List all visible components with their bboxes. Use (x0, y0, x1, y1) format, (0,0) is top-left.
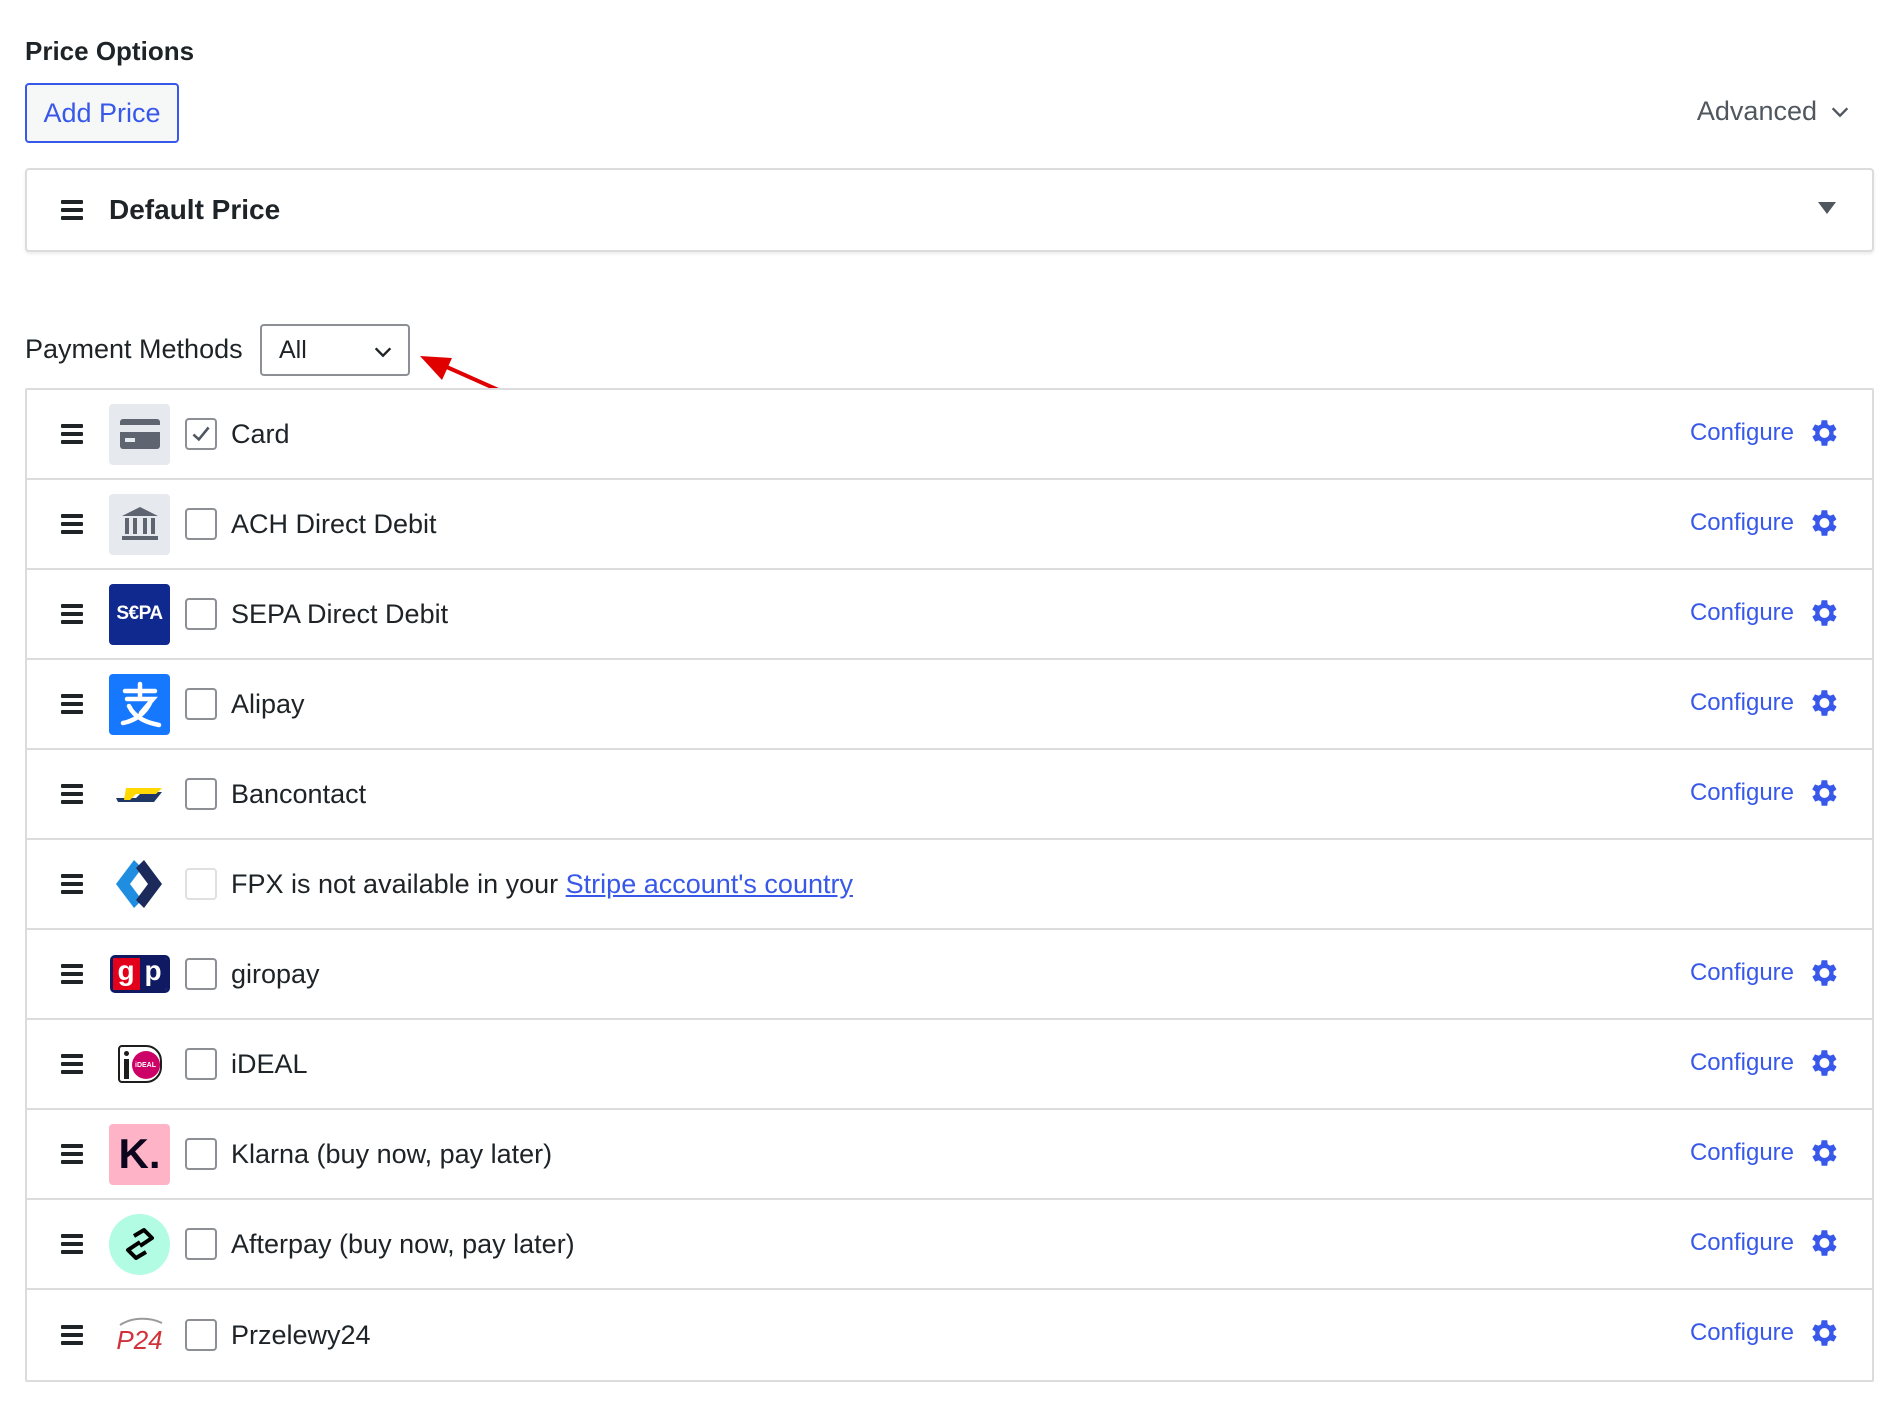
advanced-label: Advanced (1696, 96, 1817, 126)
configure-giropay-button[interactable]: Configure (1690, 956, 1840, 990)
gear-icon (1812, 960, 1837, 986)
payment-method-row: iDEAL iDEAL Configure (27, 1020, 1872, 1110)
giropay-logo-g: g (112, 958, 140, 990)
alipay-logo (109, 673, 170, 735)
gear-icon (1812, 1050, 1837, 1076)
payment-method-row: Alipay Configure (27, 660, 1872, 750)
gear-icon (1812, 510, 1837, 536)
payment-method-name: Przelewy24 (231, 1319, 371, 1350)
sepa-logo: S€PA (109, 583, 170, 645)
gear-icon (1812, 1320, 1837, 1346)
gear-icon (1812, 1230, 1837, 1256)
drag-handle-icon[interactable] (61, 514, 83, 534)
przelewy24-checkbox[interactable] (185, 1319, 217, 1351)
bank-icon (109, 493, 170, 555)
klarna-logo: K. (109, 1123, 170, 1185)
configure-bancontact-button[interactable]: Configure (1690, 776, 1840, 810)
configure-card-button[interactable]: Configure (1690, 416, 1840, 450)
payment-method-name: Klarna (buy now, pay later) (231, 1138, 553, 1169)
payment-method-name: Alipay (231, 688, 305, 719)
afterpay-checkbox[interactable] (185, 1228, 217, 1260)
sepa-logo-text: S€PA (116, 603, 163, 624)
giropay-checkbox[interactable] (185, 958, 217, 990)
payment-method-row: S€PA SEPA Direct Debit Configure (27, 570, 1872, 660)
stripe-country-link[interactable]: Stripe account's country (566, 869, 853, 899)
caret-down-icon[interactable] (1818, 202, 1836, 214)
payment-methods-list: Card Configure ACH Direct Debit Configur… (25, 388, 1874, 1382)
payment-method-row: K. Klarna (buy now, pay later) Configure (27, 1110, 1872, 1200)
gear-icon (1812, 690, 1837, 716)
drag-handle-icon[interactable] (61, 1144, 83, 1164)
payment-method-row: Card Configure (27, 390, 1872, 480)
payment-method-row: ACH Direct Debit Configure (27, 480, 1872, 570)
payment-method-name: Card (231, 418, 290, 449)
drag-handle-icon[interactable] (61, 1325, 83, 1345)
configure-ach-button[interactable]: Configure (1690, 506, 1840, 540)
payment-method-row: Afterpay (buy now, pay later) Configure (27, 1200, 1872, 1290)
klarna-logo-text: K. (118, 1130, 161, 1177)
drag-handle-icon[interactable] (61, 694, 83, 714)
drag-handle-icon[interactable] (61, 1234, 83, 1254)
fpx-logo (109, 853, 170, 915)
configure-afterpay-button[interactable]: Configure (1690, 1226, 1840, 1260)
payment-method-row: g p giropay Configure (27, 930, 1872, 1020)
ideal-logo-text: iDEAL (135, 1061, 156, 1069)
payment-method-name: ACH Direct Debit (231, 508, 437, 539)
drag-handle-icon[interactable] (61, 964, 83, 984)
afterpay-logo (109, 1213, 170, 1275)
advanced-toggle[interactable]: Advanced (1697, 96, 1851, 127)
default-price-panel[interactable]: Default Price (25, 168, 1874, 252)
payment-method-row: Bancontact Configure (27, 750, 1872, 840)
giropay-logo: g p (109, 943, 170, 1005)
add-price-button[interactable]: Add Price (25, 83, 179, 143)
sepa-checkbox[interactable] (185, 598, 217, 630)
configure-przelewy24-button[interactable]: Configure (1690, 1316, 1840, 1350)
gear-icon (1812, 420, 1837, 446)
configure-ideal-button[interactable]: Configure (1690, 1046, 1840, 1080)
filter-selected-value: All (279, 335, 307, 364)
klarna-checkbox[interactable] (185, 1138, 217, 1170)
payment-method-name: SEPA Direct Debit (231, 598, 449, 629)
gear-icon (1812, 1140, 1837, 1166)
ideal-logo: iDEAL (109, 1033, 170, 1095)
drag-handle-icon[interactable] (61, 784, 83, 804)
drag-handle-icon[interactable] (61, 604, 83, 624)
przelewy24-logo: P24 (109, 1304, 170, 1366)
drag-handle-icon[interactable] (61, 1054, 83, 1074)
section-title: Price Options (25, 36, 195, 66)
payment-methods-label: Payment Methods (25, 334, 243, 364)
alipay-checkbox[interactable] (185, 688, 217, 720)
drag-handle-icon[interactable] (61, 424, 83, 444)
card-icon (109, 403, 170, 465)
przelewy24-logo-text: P24 (116, 1325, 163, 1355)
fpx-checkbox (185, 868, 217, 900)
payment-method-name: FPX is not available in your Stripe acco… (231, 868, 853, 899)
card-checkbox[interactable] (185, 418, 217, 450)
payment-method-name: iDEAL (231, 1048, 308, 1079)
gear-icon (1812, 600, 1837, 626)
configure-alipay-button[interactable]: Configure (1690, 686, 1840, 720)
drag-handle-icon[interactable] (61, 200, 83, 220)
payment-method-name: giropay (231, 958, 320, 989)
payment-method-name: Afterpay (buy now, pay later) (231, 1228, 575, 1259)
payment-methods-filter-select[interactable]: All (260, 324, 410, 376)
configure-sepa-button[interactable]: Configure (1690, 596, 1840, 630)
configure-klarna-button[interactable]: Configure (1690, 1136, 1840, 1170)
chevron-down-icon (374, 347, 392, 358)
bancontact-checkbox[interactable] (185, 778, 217, 810)
bancontact-logo (109, 763, 170, 825)
giropay-logo-p: p (139, 958, 167, 990)
default-price-title: Default Price (109, 194, 281, 225)
payment-method-row: P24 Przelewy24 Configure (27, 1290, 1872, 1380)
payment-method-row: FPX is not available in your Stripe acco… (27, 840, 1872, 930)
gear-icon (1812, 780, 1837, 806)
chevron-down-icon (1831, 106, 1849, 117)
drag-handle-icon[interactable] (61, 874, 83, 894)
ach-checkbox[interactable] (185, 508, 217, 540)
ideal-checkbox[interactable] (185, 1048, 217, 1080)
payment-method-name: Bancontact (231, 778, 367, 809)
